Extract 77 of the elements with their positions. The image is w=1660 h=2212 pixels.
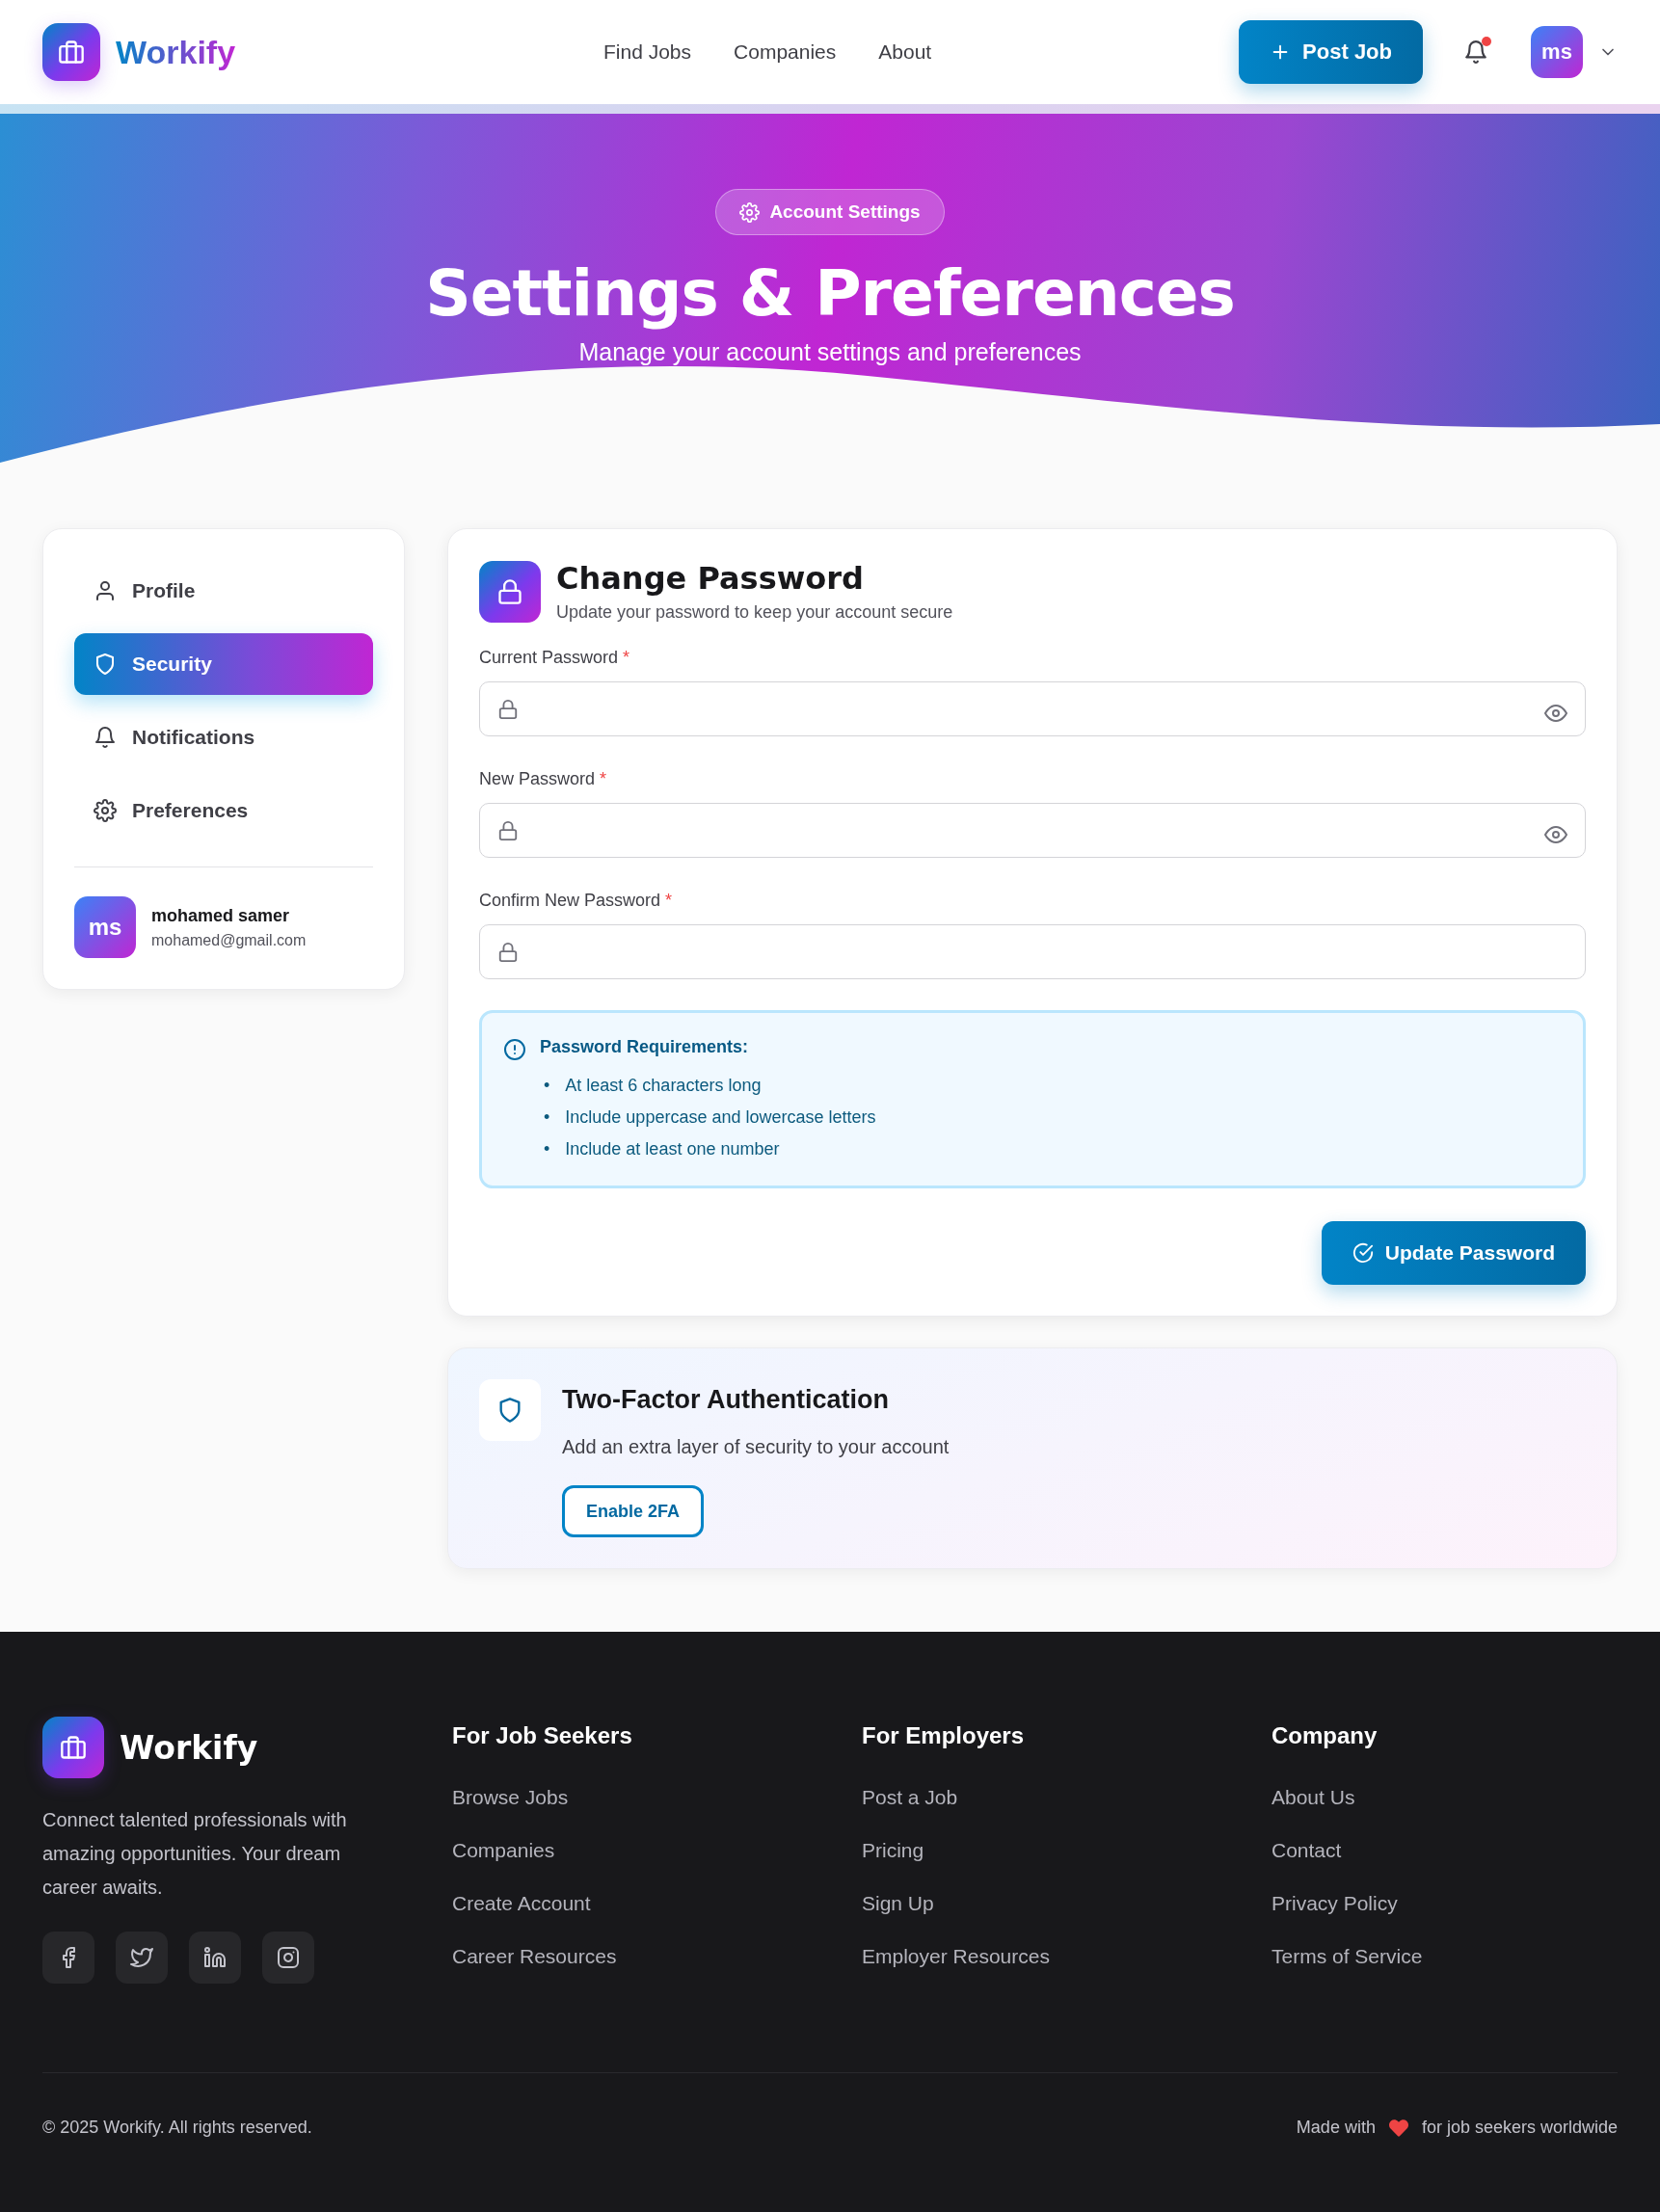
- logo-icon: [42, 1717, 104, 1778]
- password-field[interactable]: [479, 681, 1586, 736]
- requirement-item: Include at least one number: [565, 1137, 780, 1160]
- post-job-button[interactable]: Post Job: [1239, 20, 1423, 84]
- sidebar-item[interactable]: Notifications: [74, 706, 373, 768]
- bullet-mark: •: [544, 1074, 550, 1097]
- user-icon: [94, 579, 117, 602]
- made-for-text: for job seekers worldwide: [1421, 2118, 1618, 2138]
- section-badge: Account Settings: [715, 189, 945, 235]
- sidebar-item[interactable]: Profile: [74, 560, 373, 622]
- nav-link[interactable]: Find Jobs: [603, 40, 692, 64]
- copyright-text: © 2025 Workify. All rights reserved.: [42, 2118, 312, 2138]
- nav-link[interactable]: Companies: [734, 40, 837, 64]
- social-button[interactable]: [189, 1932, 241, 1984]
- logo-text: Workify: [120, 1728, 258, 1767]
- requirement-item: Include uppercase and lowercase letters: [565, 1106, 876, 1129]
- page-subtitle: Manage your account settings and preferences: [578, 338, 1082, 366]
- footer-heading: For Job Seekers: [452, 1722, 633, 1749]
- instagram-icon: [277, 1946, 300, 1969]
- logo-icon: [42, 23, 100, 81]
- user-name: mohamed samer: [151, 905, 291, 926]
- requirement-item: At least 6 characters long: [565, 1074, 762, 1097]
- field-label: Confirm New Password *: [479, 891, 674, 911]
- social-button[interactable]: [116, 1932, 168, 1984]
- sidebar-item[interactable]: Security: [74, 633, 373, 695]
- footer-link[interactable]: Privacy Policy: [1272, 1892, 1618, 1915]
- update-password-button[interactable]: Update Password: [1321, 1221, 1586, 1285]
- card-title: Change Password: [556, 560, 865, 597]
- footer-heading: For Employers: [862, 1722, 1026, 1749]
- lock-icon: [497, 819, 519, 841]
- footer-link[interactable]: Career Resources: [452, 1945, 862, 1968]
- shield-icon: [94, 653, 117, 676]
- linkedin-icon: [203, 1946, 227, 1969]
- lock-icon: [497, 941, 519, 963]
- user-email: mohamed@gmail.com: [151, 931, 307, 949]
- password-field[interactable]: [479, 803, 1586, 858]
- made-with-text: Made with: [1296, 2118, 1376, 2138]
- field-label: Current Password *: [479, 648, 631, 668]
- footer-link[interactable]: Employer Resources: [862, 1945, 1272, 1968]
- user-avatar: ms: [74, 896, 136, 958]
- shield-icon: [479, 1379, 541, 1441]
- footer-link[interactable]: Pricing: [862, 1839, 1272, 1862]
- footer-tagline: Connect talented professionals with amazing opportunities. Your dream career awaits.: [42, 1808, 348, 1900]
- card-title: Two-Factor Authentication: [562, 1385, 890, 1415]
- check-circle-icon: [1352, 1242, 1374, 1264]
- bell-icon: [1463, 40, 1488, 65]
- footer-link[interactable]: Browse Jobs: [452, 1786, 862, 1809]
- bullet-mark: •: [544, 1106, 550, 1129]
- card-subtitle: Update your password to keep your account secure: [556, 602, 953, 623]
- lock-icon: [497, 698, 519, 720]
- bell-icon: [94, 726, 117, 749]
- footer-link[interactable]: Sign Up: [862, 1892, 1272, 1915]
- twitter-icon: [130, 1946, 153, 1969]
- social-button[interactable]: [42, 1932, 94, 1984]
- settings-icon: [94, 799, 117, 822]
- footer-link[interactable]: About Us: [1272, 1786, 1618, 1809]
- password-field[interactable]: [479, 924, 1586, 979]
- footer-link[interactable]: Terms of Service: [1272, 1945, 1618, 1968]
- heart-icon: [1388, 2118, 1408, 2138]
- lock-icon: [479, 560, 541, 623]
- footer-link[interactable]: Contact: [1272, 1839, 1618, 1862]
- requirements-title: Password Requirements:: [540, 1037, 750, 1057]
- sidebar-item[interactable]: Preferences: [74, 780, 373, 841]
- info-icon: [503, 1038, 526, 1061]
- field-label: New Password *: [479, 769, 608, 789]
- footer-link[interactable]: Post a Job: [862, 1786, 1272, 1809]
- settings-icon: [739, 201, 761, 223]
- user-avatar[interactable]: ms: [1531, 26, 1583, 78]
- footer-link[interactable]: Companies: [452, 1839, 862, 1862]
- bullet-mark: •: [544, 1137, 550, 1160]
- page-title: Settings & Preferences: [425, 256, 1235, 331]
- footer-heading: Company: [1272, 1722, 1379, 1749]
- card-description: Add an extra layer of security to your account: [562, 1436, 950, 1458]
- social-button[interactable]: [262, 1932, 314, 1984]
- enable-2fa-button[interactable]: Enable 2FA: [562, 1485, 705, 1537]
- nav-link[interactable]: About: [878, 40, 932, 64]
- footer-link[interactable]: Create Account: [452, 1892, 862, 1915]
